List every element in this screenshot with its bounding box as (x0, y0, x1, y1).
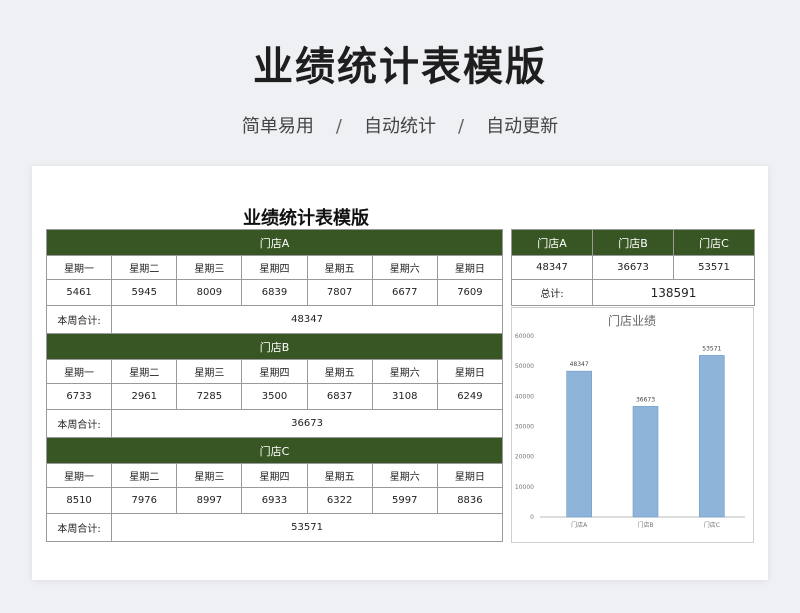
day-header-cell[interactable]: 星期一 (45, 463, 113, 488)
daily-value-cell[interactable]: 6839 (241, 279, 308, 306)
summary-value-c[interactable]: 53571 (673, 255, 755, 280)
tag-easy: 简单易用 (241, 116, 314, 137)
daily-value-cell[interactable]: 3500 (241, 383, 308, 410)
weekly-total-value[interactable]: 36673 (111, 409, 503, 438)
day-header-cell[interactable]: 星期五 (306, 255, 373, 280)
day-header-cell[interactable]: 星期二 (111, 255, 178, 280)
y-tick-label: 10000 (515, 484, 534, 491)
x-category-label: 门店C (704, 521, 720, 529)
y-tick-label: 50000 (515, 363, 534, 370)
spreadsheet-card: 业绩统计表模版 门店A 星期一 星期二 星期三 星期四 星期五 星期六 星期日 5461 5945… (32, 166, 768, 580)
daily-value-cell[interactable]: 7609 (436, 279, 504, 306)
daily-value-cell[interactable]: 5461 (45, 279, 113, 306)
daily-value-cell[interactable]: 6322 (306, 487, 373, 514)
grand-total-label[interactable]: 总计: (511, 279, 593, 306)
bar-1 (566, 370, 592, 518)
weekly-total-label[interactable]: 本周合计: (45, 305, 113, 334)
daily-value-cell[interactable]: 8997 (176, 487, 243, 514)
day-header-cell[interactable]: 星期六 (371, 359, 438, 384)
bar-data-label: 48347 (570, 361, 589, 368)
store-weekly-table: 门店A 星期一 星期二 星期三 星期四 星期五 星期六 星期日 5461 5945 8009 6839… (45, 229, 504, 542)
daily-value-cell[interactable]: 8009 (176, 279, 243, 306)
day-header-cell[interactable]: 星期四 (241, 359, 308, 384)
day-header-cell[interactable]: 星期三 (176, 463, 243, 488)
chart-title: 门店业绩 (608, 313, 656, 328)
y-tick-label: 60000 (515, 333, 534, 340)
daily-value-cell[interactable]: 7285 (176, 383, 243, 410)
grand-total-value[interactable]: 138591 (592, 279, 755, 306)
daily-value-cell[interactable]: 6733 (45, 383, 113, 410)
hero-tagline: 简单易用 / 自动统计 / 自动更新 (0, 112, 800, 138)
bar-3 (699, 355, 725, 518)
daily-value-cell[interactable]: 7807 (306, 279, 373, 306)
daily-value-cell[interactable]: 8510 (45, 487, 113, 514)
summary-header-b[interactable]: 门店B (592, 229, 674, 256)
summary-header-c[interactable]: 门店C (673, 229, 755, 256)
tag-auto-stat: 自动统计 (364, 116, 436, 137)
store-performance-chart[interactable]: 门店业绩 0 10000 20000 30000 40000 50000 60000 48347… (511, 307, 754, 543)
y-tick-label: 30000 (515, 424, 534, 431)
daily-value-cell[interactable]: 8836 (436, 487, 504, 514)
tag-auto-update: 自动更新 (486, 116, 559, 137)
summary-table: 门店A 门店B 门店C 48347 36673 53571 总计: 138591 (511, 229, 755, 306)
day-header-cell[interactable]: 星期日 (436, 359, 504, 384)
store-header[interactable]: 门店B (46, 333, 503, 360)
summary-header-a[interactable]: 门店A (511, 229, 593, 256)
daily-value-cell[interactable]: 6249 (436, 383, 504, 410)
bar-data-label: 53571 (702, 345, 721, 352)
summary-value-a[interactable]: 48347 (511, 255, 593, 280)
sheet-title: 业绩统计表模版 (243, 208, 369, 229)
x-category-label: 门店B (637, 521, 653, 529)
store-header[interactable]: 门店C (46, 437, 503, 464)
store-header[interactable]: 门店A (46, 229, 503, 256)
bar-data-label: 36673 (636, 396, 655, 403)
weekly-total-label[interactable]: 本周合计: (45, 513, 113, 542)
bar-2 (632, 406, 659, 518)
day-header-cell[interactable]: 星期一 (45, 359, 113, 384)
day-header-cell[interactable]: 星期日 (436, 463, 504, 488)
y-tick-label: 0 (530, 514, 534, 521)
day-header-cell[interactable]: 星期五 (306, 463, 373, 488)
day-header-cell[interactable]: 星期二 (111, 463, 178, 488)
daily-value-cell[interactable]: 6933 (241, 487, 308, 514)
tag-separator: / (335, 116, 342, 137)
day-header-cell[interactable]: 星期一 (45, 255, 113, 280)
day-header-cell[interactable]: 星期四 (241, 463, 308, 488)
daily-value-cell[interactable]: 2961 (111, 383, 178, 410)
day-header-cell[interactable]: 星期日 (436, 255, 504, 280)
daily-value-cell[interactable]: 3108 (371, 383, 438, 410)
x-category-label: 门店A (571, 521, 588, 529)
summary-value-b[interactable]: 36673 (592, 255, 674, 280)
chart-canvas: 门店业绩 0 10000 20000 30000 40000 50000 60000 48347… (515, 313, 745, 529)
daily-value-cell[interactable]: 6837 (306, 383, 373, 410)
y-tick-label: 20000 (515, 454, 534, 461)
daily-value-cell[interactable]: 5945 (111, 279, 178, 306)
day-header-cell[interactable]: 星期六 (371, 255, 438, 280)
y-tick-label: 40000 (515, 393, 534, 400)
weekly-total-value[interactable]: 53571 (111, 513, 503, 542)
tag-separator: / (458, 116, 465, 137)
day-header-cell[interactable]: 星期五 (306, 359, 373, 384)
hero-title: 业绩统计表模版 (253, 44, 547, 90)
day-header-cell[interactable]: 星期六 (371, 463, 438, 488)
weekly-total-value[interactable]: 48347 (111, 305, 503, 334)
daily-value-cell[interactable]: 5997 (371, 487, 438, 514)
daily-value-cell[interactable]: 6677 (371, 279, 438, 306)
daily-value-cell[interactable]: 7976 (111, 487, 178, 514)
day-header-cell[interactable]: 星期三 (176, 359, 243, 384)
day-header-cell[interactable]: 星期二 (111, 359, 178, 384)
weekly-total-label[interactable]: 本周合计: (45, 409, 113, 438)
day-header-cell[interactable]: 星期四 (241, 255, 308, 280)
day-header-cell[interactable]: 星期三 (176, 255, 243, 280)
